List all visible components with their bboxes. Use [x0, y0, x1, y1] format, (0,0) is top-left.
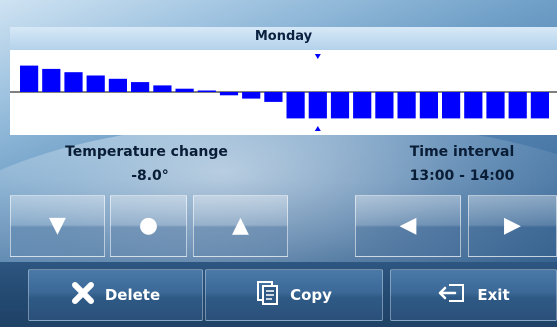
dot-icon: ●: [138, 213, 159, 238]
copy-button[interactable]: Copy: [205, 269, 383, 321]
exit-arrow-icon: [437, 281, 467, 309]
hour-bar-15[interactable]: [353, 92, 372, 119]
copy-label: Copy: [290, 286, 332, 304]
hour-bar-13[interactable]: [308, 92, 327, 119]
schedule-editor-screen: Monday Temperature change -8.0° Time int…: [0, 0, 557, 327]
hour-bar-2[interactable]: [64, 72, 83, 92]
hour-bar-12[interactable]: [286, 92, 305, 119]
hour-bar-7[interactable]: [175, 88, 194, 92]
hour-bar-16[interactable]: [375, 92, 394, 119]
time-interval-label: Time interval: [409, 144, 515, 160]
triangle-right-icon: ▶: [504, 213, 521, 238]
hour-bar-9[interactable]: [219, 92, 239, 96]
day-header: Monday: [10, 27, 557, 51]
hour-bar-10[interactable]: [242, 92, 261, 99]
hour-bar-17[interactable]: [397, 92, 416, 119]
increase-temperature-button[interactable]: ▲: [193, 195, 288, 257]
triangle-up-icon: ▲: [232, 213, 249, 238]
delete-x-icon: [71, 281, 95, 309]
hour-bar-21[interactable]: [486, 92, 505, 119]
temperature-change-value: -8.0°: [131, 168, 169, 184]
temperature-change-label: Temperature change: [65, 144, 228, 160]
hour-bar-4[interactable]: [108, 78, 127, 92]
exit-label: Exit: [477, 286, 510, 304]
hour-bar-1[interactable]: [42, 68, 61, 92]
hour-bar-23[interactable]: [530, 92, 549, 119]
schedule-bars: [10, 54, 557, 131]
delete-label: Delete: [104, 286, 161, 304]
reset-temperature-button[interactable]: ●: [110, 195, 187, 257]
previous-interval-button[interactable]: ◀: [355, 195, 461, 257]
temperature-schedule-chart[interactable]: [10, 50, 557, 135]
hour-bar-3[interactable]: [86, 75, 105, 93]
hour-bar-11[interactable]: [264, 92, 283, 102]
triangle-left-icon: ◀: [399, 213, 417, 238]
hour-bar-6[interactable]: [153, 85, 172, 92]
decrease-temperature-button[interactable]: ▼: [10, 195, 105, 257]
triangle-down-icon: ▼: [49, 213, 66, 238]
exit-button[interactable]: Exit: [390, 269, 557, 321]
copy-document-icon: [256, 280, 280, 310]
hour-bar-20[interactable]: [464, 92, 483, 119]
time-interval-value: 13:00 - 14:00: [409, 168, 515, 184]
selected-hour-bottom-marker: [314, 126, 321, 131]
hour-bar-22[interactable]: [508, 92, 527, 119]
hour-bar-14[interactable]: [330, 92, 350, 119]
hour-bar-8[interactable]: [197, 90, 216, 93]
delete-button[interactable]: Delete: [28, 269, 203, 321]
hour-bar-19[interactable]: [442, 92, 461, 119]
day-title: Monday: [254, 29, 313, 44]
next-interval-button[interactable]: ▶: [468, 195, 557, 257]
hour-bar-0[interactable]: [20, 65, 39, 92]
hour-bar-18[interactable]: [419, 92, 438, 119]
hour-bar-5[interactable]: [131, 82, 150, 92]
selected-hour-top-marker: [314, 54, 321, 59]
